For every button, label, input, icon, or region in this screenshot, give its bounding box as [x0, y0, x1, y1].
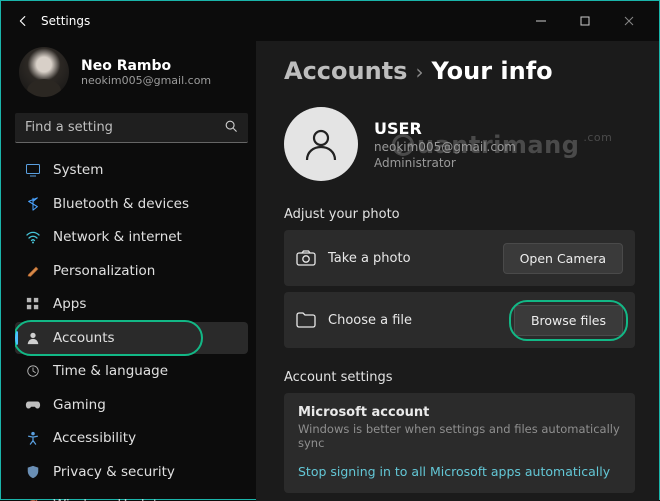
paint-icon [25, 263, 41, 279]
sidebar-item-label: Privacy & security [53, 464, 175, 480]
search-icon [224, 118, 238, 137]
sidebar-item-label: Accessibility [53, 430, 136, 446]
breadcrumb: Accounts › Your info [284, 57, 635, 85]
sidebar-item-label: System [53, 162, 103, 178]
user-avatar [284, 107, 358, 181]
open-camera-button[interactable]: Open Camera [503, 243, 623, 274]
sidebar-item-time[interactable]: Time & language [15, 356, 248, 387]
stop-signin-link[interactable]: Stop signing in to all Microsoft apps au… [298, 464, 621, 479]
choose-file-card: Choose a file Browse files [284, 292, 635, 348]
sidebar-item-label: Bluetooth & devices [53, 196, 189, 212]
browse-files-button[interactable]: Browse files [514, 305, 623, 336]
sidebar-item-accessibility[interactable]: Accessibility [15, 423, 248, 454]
sidebar-item-system[interactable]: System [15, 155, 248, 186]
user-role: Administrator [374, 156, 516, 170]
adjust-photo-heading: Adjust your photo [284, 207, 635, 222]
wifi-icon [25, 229, 41, 245]
sidebar-item-label: Time & language [53, 363, 168, 379]
take-photo-card: Take a photo Open Camera [284, 230, 635, 286]
sidebar-item-network[interactable]: Network & internet [15, 222, 248, 253]
sidebar-item-label: Gaming [53, 397, 106, 413]
accessibility-icon [25, 430, 41, 446]
profile-block[interactable]: Neo Rambo neokim005@gmail.com [15, 41, 248, 111]
back-button[interactable] [9, 7, 37, 35]
shield-icon [25, 464, 41, 480]
sidebar-item-bluetooth[interactable]: Bluetooth & devices [15, 188, 248, 219]
minimize-button[interactable] [519, 7, 563, 35]
sidebar-item-accounts[interactable]: Accounts [15, 322, 248, 353]
take-photo-label: Take a photo [328, 251, 491, 266]
ms-account-title: Microsoft account [298, 405, 621, 420]
update-icon [25, 497, 41, 501]
sidebar-item-label: Accounts [53, 330, 115, 346]
sidebar-item-label: Network & internet [53, 229, 182, 245]
sidebar-item-label: Apps [53, 296, 86, 312]
user-name: USER [374, 119, 516, 138]
microsoft-account-card[interactable]: Microsoft account Windows is better when… [284, 393, 635, 493]
nav-list: System Bluetooth & devices Network & int… [15, 155, 248, 501]
page-title: Your info [431, 57, 552, 85]
chevron-right-icon: › [415, 60, 423, 84]
breadcrumb-parent[interactable]: Accounts [284, 57, 407, 85]
sidebar-item-label: Windows Update [53, 497, 166, 501]
sidebar: Neo Rambo neokim005@gmail.com System Blu… [1, 41, 256, 501]
sidebar-item-apps[interactable]: Apps [15, 289, 248, 320]
choose-file-label: Choose a file [328, 313, 502, 328]
ms-account-subtitle: Windows is better when settings and file… [298, 422, 621, 450]
sidebar-item-personalization[interactable]: Personalization [15, 255, 248, 286]
sidebar-item-label: Personalization [53, 263, 155, 279]
apps-icon [25, 296, 41, 312]
sidebar-item-update[interactable]: Windows Update [15, 490, 248, 501]
gaming-icon [25, 397, 41, 413]
sidebar-item-gaming[interactable]: Gaming [15, 389, 248, 420]
maximize-button[interactable] [563, 7, 607, 35]
user-email: neokim005@gmail.com [374, 140, 516, 154]
profile-name: Neo Rambo [81, 58, 211, 74]
user-block: USER neokim005@gmail.com Administrator [284, 107, 635, 181]
person-icon [25, 330, 41, 346]
folder-icon [296, 310, 316, 330]
account-settings-heading: Account settings [284, 370, 635, 385]
camera-icon [296, 248, 316, 268]
content-pane: Accounts › Your info USER neokim005@gmai… [256, 41, 659, 501]
clock-icon [25, 363, 41, 379]
search-input[interactable] [25, 120, 224, 135]
profile-email: neokim005@gmail.com [81, 74, 211, 87]
avatar [19, 47, 69, 97]
system-icon [25, 162, 41, 178]
sidebar-item-privacy[interactable]: Privacy & security [15, 456, 248, 487]
search-input-wrap[interactable] [15, 113, 248, 143]
close-button[interactable] [607, 7, 651, 35]
window-title: Settings [41, 14, 90, 28]
bluetooth-icon [25, 196, 41, 212]
